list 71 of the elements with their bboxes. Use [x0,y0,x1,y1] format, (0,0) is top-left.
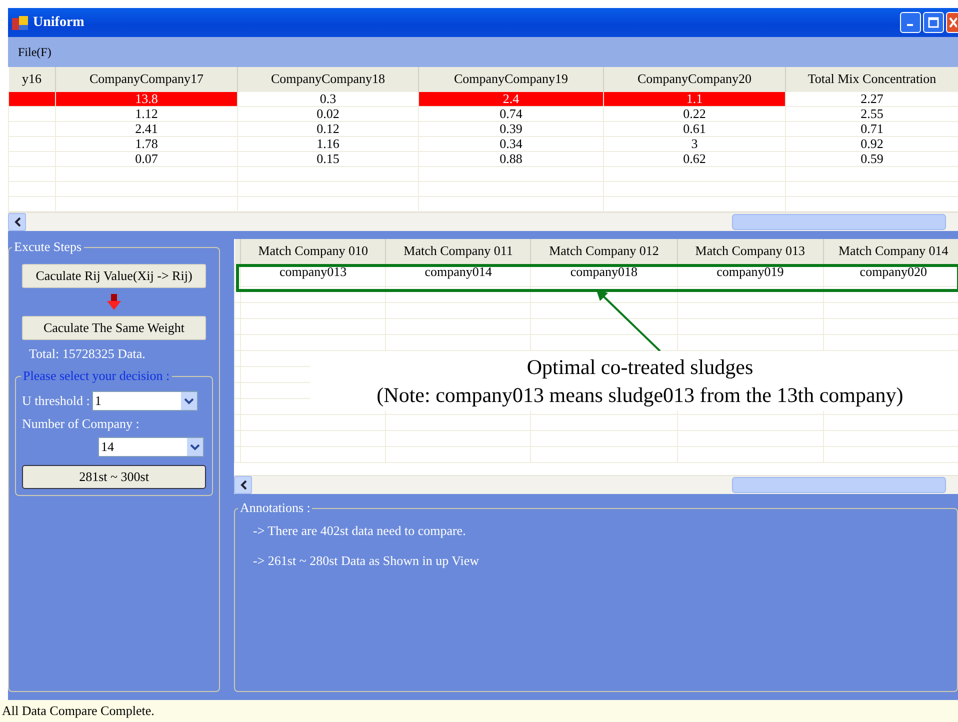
group-title: Excute Steps [12,239,84,255]
chevron-left-icon [240,480,246,490]
close-button[interactable] [946,12,958,33]
table-cell: 3 [604,136,786,152]
column-header[interactable]: Match Company 010 [240,239,386,264]
column-header[interactable]: Match Company 014 [823,239,958,264]
field-label: Number of Company : [22,416,140,432]
table-cell: 0.39 [418,122,604,136]
leader-line [596,289,661,352]
column-header[interactable]: y16 [8,67,56,92]
table-cell: 2.4 [418,92,604,106]
scroll-thumb[interactable] [732,214,946,230]
callout-text: (Note: company013 means sludge013 from the 13th company) [376,382,904,409]
table-cell: 2.41 [56,122,238,136]
annotation-text: -> 261st ~ 280st Data as Shown in up View [253,553,480,569]
table-cell: 2.27 [786,92,958,106]
app-icon [12,14,28,30]
scroll-left-button[interactable] [234,476,252,494]
maximize-button[interactable] [923,12,944,33]
table-cell: 0.02 [238,106,418,122]
table-cell: 0.15 [238,152,418,166]
field-label: U threshold : [22,393,90,409]
group-title: Please select your decision : [21,368,172,384]
total-label: Total: 15728325 Data. [29,346,146,362]
range-button[interactable]: 281st ~ 300st [22,465,206,489]
minimize-button[interactable] [900,12,921,33]
table-cell: 0.74 [418,106,604,122]
dropdown-icon[interactable] [190,443,200,451]
column-header[interactable]: Match Company 011 [386,239,531,264]
table-cell: 0.3 [238,92,418,106]
menu-item[interactable]: File(F) [18,44,52,60]
table-cell: 1.1 [604,92,786,106]
window-title: Uniform [33,14,84,30]
table-cell: 0.88 [418,152,604,166]
table-cell: 0.34 [418,136,604,152]
table-cell: 1.12 [56,106,238,122]
maximize-icon [928,17,939,28]
down-arrow-icon [107,294,121,310]
status-text: All Data Compare Complete. [1,703,154,719]
table-cell: 13.8 [56,92,238,106]
table-cell: 1.16 [238,136,418,152]
column-header[interactable]: CompanyCompany20 [604,67,786,92]
table-cell: 0.07 [56,152,238,166]
column-header[interactable]: Total Mix Concentration [786,67,958,92]
table-cell: 1.78 [56,136,238,152]
table-cell: 0.22 [604,106,786,122]
column-header[interactable]: CompanyCompany18 [238,67,418,92]
column-header[interactable]: Match Company 012 [530,239,678,264]
column-header[interactable]: Match Company 013 [677,239,824,264]
chevron-left-icon [14,217,20,227]
table-cell: 2.55 [786,106,958,122]
table-cell: 0.71 [786,122,958,136]
column-header[interactable]: CompanyCompany17 [56,67,238,92]
calculate-button[interactable]: Caculate Rij Value(Xij -> Rij) [22,264,206,288]
table-cell: 0.12 [238,122,418,136]
table-cell: 0.62 [604,152,786,166]
calculate-button[interactable]: Caculate The Same Weight [22,316,206,340]
table-cell: 0.59 [786,152,958,166]
dropdown-field[interactable]: 1 [92,391,198,411]
scroll-thumb[interactable] [732,477,946,493]
callout-text: Optimal co-treated sludges [526,354,754,381]
table-cell: 0.61 [604,122,786,136]
table-cell: 0.92 [786,136,958,152]
dropdown-icon[interactable] [184,397,194,405]
horizontal-scrollbar[interactable] [234,475,958,494]
annotation-text: -> There are 402st data need to compare. [253,523,467,539]
column-header[interactable]: CompanyCompany19 [418,67,604,92]
close-icon [948,17,956,28]
dropdown-field[interactable]: 14 [98,437,204,457]
scroll-left-button[interactable] [8,213,26,231]
horizontal-scrollbar[interactable] [8,212,958,231]
